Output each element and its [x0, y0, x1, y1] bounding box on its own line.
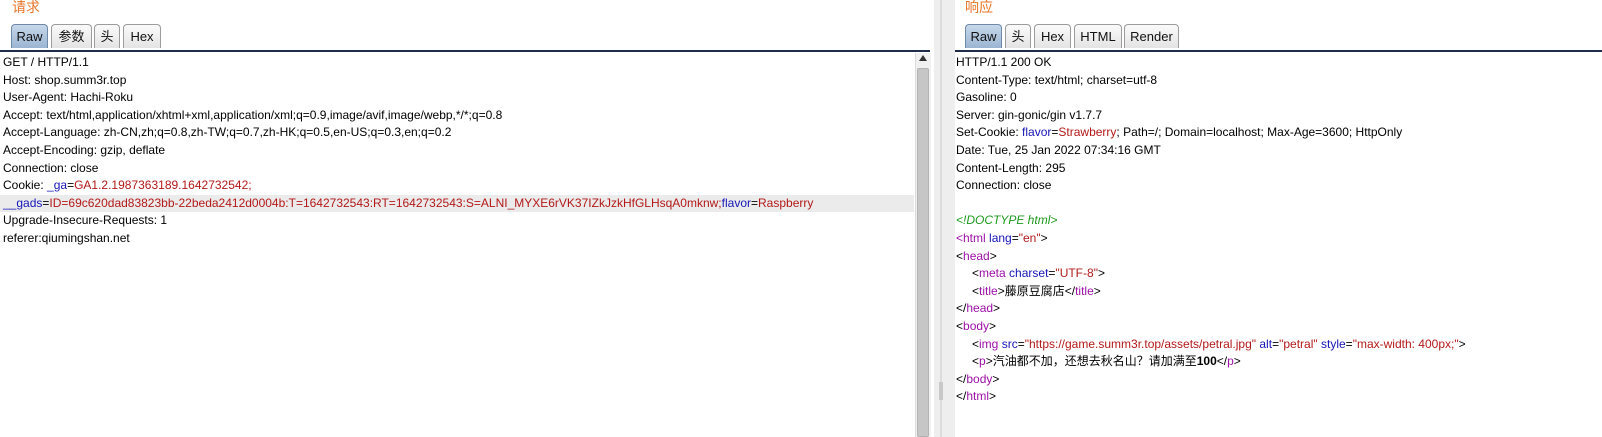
- cookie-ga-value: GA1.2.1987363189.1642732542;: [74, 178, 252, 193]
- response-title: 响应: [965, 0, 993, 16]
- header-accept-encoding: Accept-Encoding: gzip, deflate: [3, 143, 166, 157]
- header-content-type: Content-Type: text/html; charset=utf-8: [956, 72, 1158, 87]
- img-alt-value: petral: [1283, 336, 1314, 351]
- status-line: HTTP/1.1 200 OK: [956, 55, 1052, 69]
- cookie-flavor-value: Raspberry: [758, 195, 814, 210]
- response-tab-html[interactable]: HTML: [1074, 24, 1122, 48]
- set-cookie-attributes: ; Path=/; Domain=localhost; Max-Age=3600…: [1116, 125, 1403, 140]
- response-tab-hex[interactable]: Hex: [1034, 24, 1071, 48]
- header-connection: Connection: close: [956, 178, 1052, 193]
- request-tab-raw[interactable]: Raw: [11, 24, 48, 48]
- meta-charset-value: UTF-8: [1059, 266, 1094, 281]
- html-doctype: <!DOCTYPE html>: [956, 213, 1058, 228]
- request-tab-divider: [0, 50, 930, 52]
- request-tab-hex[interactable]: Hex: [123, 24, 161, 48]
- html-lang-value: en: [1023, 231, 1037, 245]
- set-cookie-value: Strawberry: [1058, 125, 1117, 140]
- header-server: Server: gin-gonic/gin v1.7.7: [956, 107, 1103, 122]
- body-open-tag: <body>: [956, 319, 997, 333]
- page-title-text: 藤原豆腐店: [1004, 283, 1065, 298]
- img-tag: <img src="https://game.summ3r.top/assets…: [972, 336, 1466, 351]
- img-style-value: max-width: 400px;: [1356, 336, 1455, 351]
- header-cookie: Cookie: _ga=GA1.2.1987363189.1642732542;: [3, 178, 252, 193]
- p-tag: <p>汽油都不加，还想去秋名山？请加满至100</p>: [972, 354, 1241, 369]
- request-tab-params[interactable]: 参数: [51, 24, 92, 48]
- header-accept-language: Accept-Language: zh-CN,zh;q=0.8,zh-TW;q=…: [3, 125, 452, 140]
- header-host: Host: shop.summ3r.top: [3, 72, 127, 87]
- header-accept: Accept: text/html,application/xhtml+xml,…: [3, 107, 503, 122]
- header-set-cookie: Set-Cookie: flavor=Strawberry; Path=/; D…: [956, 125, 1403, 140]
- html-close-tag: </html>: [956, 389, 997, 404]
- cookie-prefix: Cookie:: [3, 178, 48, 193]
- request-line: GET / HTTP/1.1: [3, 55, 89, 69]
- p-text: 汽油都不加，还想去秋名山？请加满至: [992, 354, 1197, 369]
- response-tab-raw[interactable]: Raw: [965, 24, 1002, 48]
- request-scrollbar[interactable]: [915, 53, 931, 437]
- meta-tag: <meta charset="UTF-8">: [972, 266, 1105, 281]
- header-connection: Connection: close: [3, 160, 99, 175]
- scroll-thumb[interactable]: [917, 68, 929, 437]
- response-tab-divider: [955, 50, 1602, 52]
- response-pane: 响应 Raw 头 Hex HTML Render HTTP/1.1 200 OK…: [955, 0, 1602, 437]
- header-upgrade-insecure: Upgrade-Insecure-Requests: 1: [3, 213, 168, 228]
- p-bold-number: 100: [1196, 354, 1217, 369]
- header-user-agent: User-Agent: Hachi-Roku: [3, 90, 134, 105]
- head-close-tag: </head>: [956, 301, 1001, 316]
- request-title: 请求: [12, 0, 40, 16]
- img-src-value: https://game.summ3r.top/assets/petral.jp…: [1028, 336, 1252, 351]
- request-editor[interactable]: GET / HTTP/1.1 Host: shop.summ3r.top Use…: [0, 53, 934, 437]
- html-open-tag: <html lang="en">: [956, 231, 1048, 245]
- scroll-up-arrow-icon[interactable]: [919, 55, 927, 61]
- body-close-tag: </body>: [956, 371, 1000, 386]
- header-date: Date: Tue, 25 Jan 2022 07:34:16 GMT: [956, 143, 1161, 157]
- splitter-grip[interactable]: [939, 382, 943, 400]
- response-tab-headers[interactable]: 头: [1005, 24, 1031, 48]
- header-content-length: Content-Length: 295: [956, 160, 1066, 175]
- response-tab-render[interactable]: Render: [1124, 24, 1179, 48]
- request-pane: 请求 Raw 参数 头 Hex GET / HTTP/1.1 Host: sho…: [0, 0, 934, 437]
- request-tab-headers[interactable]: 头: [94, 24, 120, 48]
- cookie-ga-key: _ga: [47, 178, 68, 193]
- header-referer: referer:qiumingshan.net: [3, 231, 130, 245]
- header-cookie-continued: __gads=ID=69c620dad83823bb-22beda2412d00…: [3, 195, 814, 210]
- set-cookie-key: flavor: [1022, 125, 1052, 140]
- cookie-gads-value: ID=69c620dad83823bb-22beda2412d0004b:T=1…: [49, 195, 722, 210]
- cookie-flavor-key: flavor: [721, 195, 751, 210]
- head-open-tag: <head>: [956, 248, 997, 263]
- title-tag: <title>藤原豆腐店</title>: [972, 283, 1101, 298]
- header-gasoline: Gasoline: 0: [956, 90, 1017, 105]
- pane-splitter[interactable]: [934, 0, 955, 437]
- response-editor[interactable]: HTTP/1.1 200 OK Content-Type: text/html;…: [955, 53, 1602, 437]
- set-cookie-prefix: Set-Cookie:: [956, 125, 1023, 140]
- cookie-gads-key: __gads: [3, 195, 43, 210]
